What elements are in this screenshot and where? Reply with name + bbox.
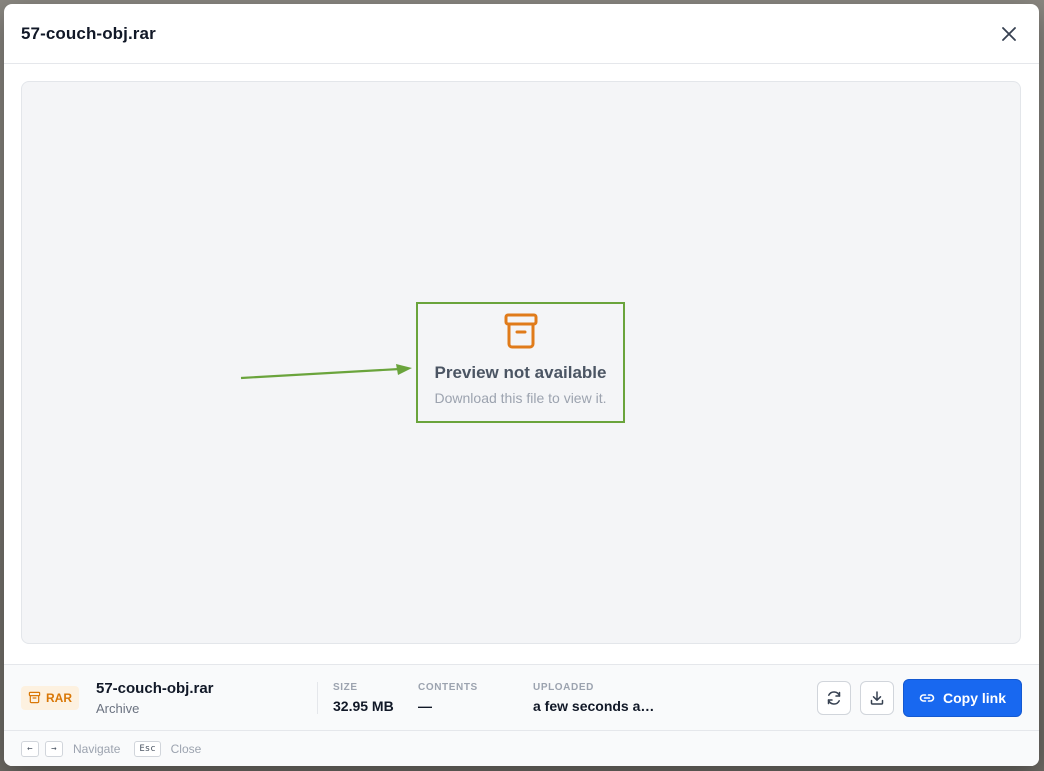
file-actions: Copy link <box>816 678 1022 717</box>
close-hint: Close <box>170 741 202 756</box>
badge-label: RAR <box>46 690 72 705</box>
esc-key[interactable]: Esc <box>134 740 161 757</box>
preview-unavailable: Preview not available Download this file… <box>416 302 625 423</box>
file-info-bar: RAR 57-couch-obj.rar Archive SIZE 32.95 … <box>4 664 1039 730</box>
meta-size: SIZE 32.95 MB <box>333 682 418 714</box>
download-icon <box>870 690 884 705</box>
navigate-hint: Navigate <box>73 741 121 756</box>
archive-icon <box>28 691 41 704</box>
meta-contents: CONTENTS — <box>418 682 533 714</box>
copy-link-label: Copy link <box>942 689 1006 706</box>
preview-title: Preview not available <box>434 363 607 382</box>
file-type: Archive <box>96 700 140 716</box>
file-name: 57-couch-obj.rar <box>96 679 214 697</box>
close-icon <box>1002 26 1016 41</box>
refresh-icon <box>827 690 841 705</box>
copy-link-button[interactable]: Copy link <box>902 678 1022 717</box>
modal-title: 57-couch-obj.rar <box>21 23 156 43</box>
size-value: 32.95 MB <box>333 697 394 714</box>
uploaded-value: a few seconds a… <box>533 697 655 714</box>
contents-label: CONTENTS <box>418 681 478 693</box>
keyboard-hints: ← → Navigate Esc Close <box>4 730 1039 766</box>
meta-uploaded: UPLOADED a few seconds a… <box>533 682 663 714</box>
divider <box>317 681 318 714</box>
modal-body: Preview not available Download this file… <box>4 64 1039 664</box>
file-preview-modal: 57-couch-obj.rar Preview not available D… <box>4 4 1039 766</box>
preview-area: Preview not available Download this file… <box>21 81 1021 644</box>
contents-value: — <box>418 697 432 714</box>
file-type-badge: RAR <box>21 685 79 710</box>
uploaded-label: UPLOADED <box>533 681 594 693</box>
download-button[interactable] <box>859 680 894 715</box>
archive-icon <box>504 313 537 349</box>
modal-header: 57-couch-obj.rar <box>4 4 1039 64</box>
annotation-arrow <box>240 364 412 380</box>
link-icon <box>919 693 935 702</box>
close-button[interactable] <box>997 22 1021 46</box>
left-arrow-key[interactable]: ← <box>21 740 39 757</box>
size-label: SIZE <box>333 681 358 693</box>
preview-subtitle: Download this file to view it. <box>434 390 607 406</box>
refresh-button[interactable] <box>816 680 851 715</box>
file-details: 57-couch-obj.rar Archive <box>96 680 302 716</box>
right-arrow-key[interactable]: → <box>45 740 63 757</box>
